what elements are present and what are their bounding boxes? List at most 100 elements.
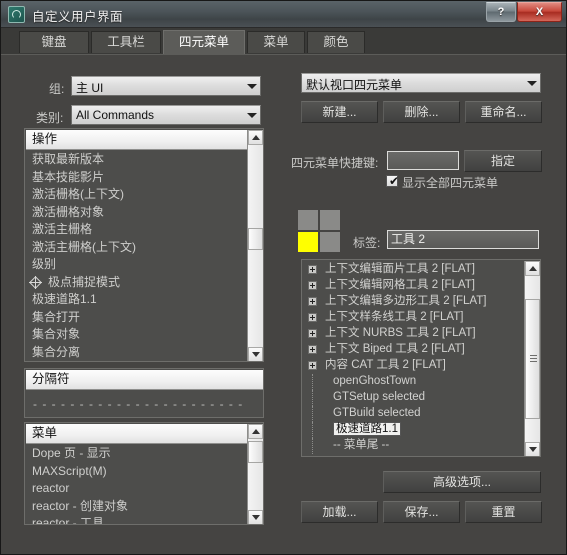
actions-listbox[interactable]: 操作 获取最新版本 基本技能影片 激活栅格(上下文) 激活栅格对象 激活主栅格 激活主栅格… [24, 128, 264, 362]
list-item[interactable]: MAXScript(M) [26, 463, 247, 481]
tag-input[interactable]: 工具 2 [387, 230, 539, 249]
expand-plus-icon[interactable] [308, 313, 317, 322]
actions-list-body[interactable]: 获取最新版本基本技能影片 激活栅格(上下文) 激活栅格对象激活主栅格 激活主栅格(上下… [26, 151, 247, 361]
category-combo[interactable]: All Commands [71, 105, 261, 125]
list-item-label: reactor [32, 481, 70, 495]
quad-quadrant-selector[interactable] [298, 210, 340, 252]
tree-item[interactable]: GTBuild selected [303, 406, 523, 422]
show-all-checkbox[interactable]: ✔ [386, 175, 399, 187]
expand-plus-icon[interactable] [308, 265, 317, 274]
list-item[interactable]: 激活栅格对象 [26, 204, 247, 222]
quad-top-right[interactable] [320, 210, 340, 230]
quad-top-left[interactable] [298, 210, 318, 230]
list-item[interactable]: 集合打开 [26, 309, 247, 327]
tree-item[interactable]: 上下文样条线工具 2 [FLAT] [303, 310, 523, 326]
menus-scrollbar[interactable] [247, 424, 263, 524]
expand-plus-icon[interactable] [308, 329, 317, 338]
tab-quad-menus[interactable]: 四元菜单 [163, 30, 245, 54]
list-item[interactable]: 激活主栅格 [26, 221, 247, 239]
expand-plus-icon[interactable] [308, 281, 317, 290]
list-item[interactable]: 激活栅格(上下文) [26, 186, 247, 204]
scroll-down-icon[interactable] [525, 442, 540, 456]
list-item-label: 极速道路1.1 [32, 292, 97, 306]
menus-list-body[interactable]: Dope 页 - 显示 MAXScript(M) reactor reactor - … [26, 445, 247, 524]
advanced-options-button[interactable]: 高级选项... [383, 471, 541, 493]
list-item[interactable]: 集合对象 [26, 326, 247, 344]
help-button[interactable]: ? [486, 2, 516, 22]
tree-item-label: 上下文 Biped 工具 2 [FLAT] [325, 343, 465, 355]
scroll-up-icon[interactable] [525, 261, 540, 276]
scroll-thumb[interactable] [525, 299, 540, 419]
list-item[interactable]: Dope 页 - 显示 [26, 445, 247, 463]
tree-item[interactable]: openGhostTown [303, 374, 523, 390]
tree-item[interactable]: GTSetup selected [303, 390, 523, 406]
tab-colors[interactable]: 颜色 [307, 31, 365, 53]
expand-plus-icon[interactable] [308, 297, 317, 306]
load-button[interactable]: 加载... [301, 501, 378, 523]
list-item-label: 激活栅格对象 [32, 204, 105, 219]
snap-icon [29, 275, 42, 289]
scroll-up-icon[interactable] [248, 130, 263, 145]
list-item[interactable]: reactor - 工具 [26, 515, 247, 524]
shortcut-label: 四元菜单快捷键: [291, 156, 379, 170]
tree-item-label: openGhostTown [333, 375, 417, 387]
tree-item[interactable]: 上下文编辑网格工具 2 [FLAT] [303, 278, 523, 294]
actions-scrollbar[interactable] [247, 130, 263, 361]
list-item-label: 激活主栅格(上下文) [32, 239, 136, 254]
menus-listbox[interactable]: 菜单 Dope 页 - 显示 MAXScript(M) reactor reactor… [24, 422, 264, 525]
quad-items-listbox[interactable]: 上下文编辑面片工具 2 [FLAT] 上下文编辑网格工具 2 [FLAT] 上下文编… [301, 259, 541, 457]
menus-list-header: 菜单 [26, 424, 247, 444]
assign-button[interactable]: 指定 [464, 150, 542, 172]
reset-button[interactable]: 重置 [465, 501, 542, 523]
expand-plus-icon[interactable] [308, 361, 317, 370]
scroll-down-icon[interactable] [248, 347, 263, 361]
tag-label: 标签: [353, 236, 381, 250]
save-button[interactable]: 保存... [383, 501, 460, 523]
quad-bottom-left[interactable] [298, 232, 318, 252]
tree-item-label: GTBuild selected [333, 407, 421, 419]
list-item-label: MAXScript(M) [32, 463, 107, 478]
tab-menus[interactable]: 菜单 [247, 31, 305, 53]
category-label: 类别: [36, 111, 64, 125]
expand-plus-icon[interactable] [308, 345, 317, 354]
scroll-thumb[interactable] [248, 441, 263, 463]
delete-button[interactable]: 删除... [383, 101, 460, 123]
list-item-label: 级别 [32, 257, 57, 271]
list-item-label: 集合打开 [32, 309, 81, 324]
tab-toolbars[interactable]: 工具栏 [91, 31, 161, 53]
quad-items-scrollbar[interactable] [524, 261, 540, 456]
list-item[interactable]: 集合分离 [26, 344, 247, 362]
rename-button[interactable]: 重命名... [465, 101, 542, 123]
shortcut-input[interactable] [387, 151, 459, 170]
list-item[interactable]: 获取最新版本 [26, 151, 247, 169]
list-item[interactable]: reactor [26, 480, 247, 498]
tree-item[interactable]: 内容 CAT 工具 2 [FLAT] [303, 358, 523, 374]
list-item[interactable]: 极点捕捉模式 [26, 274, 247, 292]
tree-item[interactable]: 上下文编辑面片工具 2 [FLAT] [303, 262, 523, 278]
chevron-down-icon [247, 113, 257, 118]
list-item-label: 获取最新版本 [32, 152, 105, 166]
list-item[interactable]: 基本技能影片 [26, 169, 247, 187]
scroll-thumb[interactable] [248, 228, 263, 250]
list-item[interactable]: reactor - 创建对象 [26, 498, 247, 516]
tree-item[interactable]: 上下文编辑多边形工具 2 [FLAT] [303, 294, 523, 310]
tree-item[interactable]: 极速道路1.1 [303, 422, 523, 438]
tree-item[interactable]: 上下文 Biped 工具 2 [FLAT] [303, 342, 523, 358]
close-button[interactable]: X [517, 2, 562, 22]
list-item[interactable]: 激活主栅格(上下文) [26, 239, 247, 257]
separator-dash-row[interactable]: - - - - - - - - - - - - - - - - - - - - … [33, 397, 243, 411]
quad-set-combo[interactable]: 默认视口四元菜单 [301, 73, 541, 93]
title-bar: 自定义用户界面 ? X [1, 1, 566, 28]
scroll-down-icon[interactable] [248, 510, 263, 524]
list-item[interactable]: 极速道路1.1 [26, 291, 247, 309]
separator-listbox[interactable]: 分隔符 - - - - - - - - - - - - - - - - - - … [24, 368, 264, 418]
tree-item[interactable]: 上下文 NURBS 工具 2 [FLAT] [303, 326, 523, 342]
quad-items-body[interactable]: 上下文编辑面片工具 2 [FLAT] 上下文编辑网格工具 2 [FLAT] 上下文编… [303, 262, 523, 455]
new-button[interactable]: 新建... [301, 101, 378, 123]
tree-item[interactable]: -- 菜单尾 -- [303, 438, 523, 454]
group-combo[interactable]: 主 UI [71, 76, 261, 96]
tab-keyboard[interactable]: 键盘 [19, 31, 89, 53]
scroll-up-icon[interactable] [248, 424, 263, 439]
quad-bottom-right[interactable] [320, 232, 340, 252]
list-item[interactable]: 级别 [26, 256, 247, 274]
